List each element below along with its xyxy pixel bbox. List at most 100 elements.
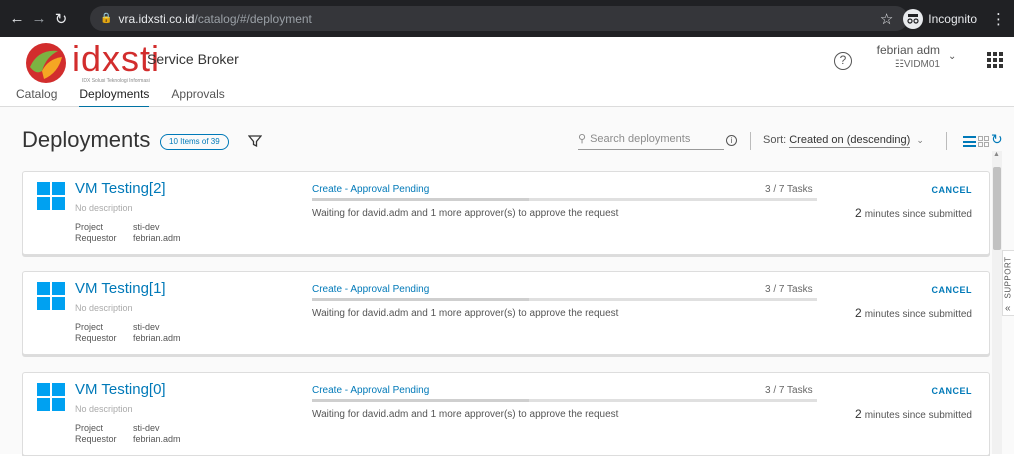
- progress-bar: [312, 399, 817, 402]
- submitted-time: 2 minutes since submitted: [855, 206, 972, 220]
- chevron-down-icon: ⌄: [916, 135, 924, 145]
- requestor-value: febrian.adm: [133, 434, 181, 444]
- filter-icon[interactable]: [248, 134, 262, 148]
- progress-bar: [312, 198, 817, 201]
- back-arrow-icon[interactable]: ←: [6, 10, 28, 27]
- task-count: 3 / 7 Tasks: [765, 284, 813, 295]
- deployment-status[interactable]: Create - Approval Pending: [312, 284, 429, 295]
- divider: [750, 132, 751, 150]
- browser-nav: ← → ↻: [6, 0, 72, 37]
- task-count: 3 / 7 Tasks: [765, 385, 813, 396]
- status-message: Waiting for david.adm and 1 more approve…: [312, 208, 619, 219]
- cancel-button[interactable]: CANCEL: [932, 185, 973, 195]
- browser-menu-icon[interactable]: ⋮: [987, 10, 1006, 28]
- user-tenant: ☷VIDM01: [894, 59, 940, 70]
- time-number: 2: [855, 407, 862, 421]
- deployment-card[interactable]: VM Testing[2] No description Project sti-…: [22, 171, 990, 255]
- project-label: Project: [75, 423, 104, 433]
- requestor-label: Requestor: [75, 434, 117, 444]
- cancel-button[interactable]: CANCEL: [932, 285, 973, 295]
- brand-tagline: IDX Solusi Teknologi Informasi: [82, 78, 150, 84]
- idxsti-logo-icon: [26, 43, 66, 83]
- sort-dropdown[interactable]: Sort: Created on (descending) ⌄: [763, 134, 924, 148]
- sort-label: Sort:: [763, 134, 787, 146]
- progress-fill: [312, 298, 530, 301]
- deployment-status[interactable]: Create - Approval Pending: [312, 385, 429, 396]
- windows-icon: [37, 182, 65, 210]
- scroll-up-arrow-icon[interactable]: ▲: [993, 151, 1000, 158]
- search-placeholder: Search deployments: [590, 133, 691, 145]
- tab-deployments[interactable]: Deployments: [79, 87, 150, 109]
- deployment-card[interactable]: VM Testing[0] No description Project sti-…: [22, 372, 990, 456]
- tab-catalog[interactable]: Catalog: [16, 87, 57, 109]
- requestor-label: Requestor: [75, 333, 117, 343]
- time-number: 2: [855, 306, 862, 320]
- status-message: Waiting for david.adm and 1 more approve…: [312, 409, 619, 420]
- deployment-meta: Project sti-dev Requestor febrian.adm: [75, 423, 181, 445]
- tab-approvals[interactable]: Approvals: [171, 87, 224, 109]
- time-text: minutes since submitted: [864, 209, 972, 220]
- time-text: minutes since submitted: [864, 410, 972, 421]
- divider: [946, 132, 947, 150]
- app-title: Service Broker: [147, 51, 239, 67]
- support-tab[interactable]: SUPPORT «: [1002, 250, 1014, 316]
- task-count: 3 / 7 Tasks: [765, 184, 813, 195]
- windows-icon: [37, 383, 65, 411]
- project-label: Project: [75, 322, 104, 332]
- double-chevron-left-icon: «: [1005, 303, 1011, 314]
- deployment-description: No description: [75, 404, 133, 414]
- submitted-time: 2 minutes since submitted: [855, 306, 972, 320]
- requestor-value: febrian.adm: [133, 233, 181, 243]
- browser-toolbar: ← → ↻ 🔒 vra.idxsti.co.id /catalog/#/depl…: [0, 0, 1014, 37]
- help-icon[interactable]: ?: [834, 52, 852, 70]
- incognito-icon: [903, 8, 924, 29]
- browser-actions: ☆ Incognito ⋮: [880, 0, 1006, 37]
- reload-icon[interactable]: ↻: [50, 10, 72, 28]
- info-icon[interactable]: i: [726, 135, 737, 146]
- deployment-description: No description: [75, 203, 133, 213]
- project-value: sti-dev: [133, 322, 160, 332]
- deployment-status[interactable]: Create - Approval Pending: [312, 184, 429, 195]
- app-launcher-icon[interactable]: [987, 52, 1003, 68]
- user-menu[interactable]: febrian adm ☷VIDM01: [870, 43, 940, 70]
- deployments-page: Deployments 10 Items of 39 ⚲ Search deplo…: [0, 107, 1014, 456]
- scrollbar-thumb[interactable]: [993, 167, 1001, 250]
- app-header: idxsti IDX Solusi Teknologi Informasi Se…: [0, 37, 1014, 109]
- lock-icon: 🔒: [100, 13, 113, 24]
- items-count-badge: 10 Items of 39: [160, 134, 229, 150]
- grid-view-icon[interactable]: [978, 136, 989, 147]
- list-view-icon[interactable]: [963, 136, 976, 147]
- url-path: /catalog/#/deployment: [194, 11, 312, 26]
- deployment-meta: Project sti-dev Requestor febrian.adm: [75, 222, 181, 244]
- time-text: minutes since submitted: [864, 309, 972, 320]
- page-title: Deployments: [22, 127, 151, 152]
- submitted-time: 2 minutes since submitted: [855, 407, 972, 421]
- tenant-icon: ☷: [894, 59, 904, 70]
- deployment-name[interactable]: VM Testing[0]: [75, 381, 166, 398]
- status-message: Waiting for david.adm and 1 more approve…: [312, 308, 619, 319]
- user-name: febrian adm: [876, 43, 940, 57]
- deployment-card[interactable]: VM Testing[1] No description Project sti-…: [22, 271, 990, 355]
- project-label: Project: [75, 222, 104, 232]
- bookmark-star-icon[interactable]: ☆: [880, 10, 893, 28]
- project-value: sti-dev: [133, 222, 160, 232]
- search-icon: ⚲: [578, 133, 587, 145]
- search-input[interactable]: ⚲ Search deployments: [578, 132, 724, 150]
- requestor-value: febrian.adm: [133, 333, 181, 343]
- support-label: SUPPORT: [1003, 256, 1013, 299]
- incognito-label: Incognito: [928, 11, 977, 26]
- requestor-label: Requestor: [75, 233, 117, 243]
- refresh-icon[interactable]: ↻: [991, 131, 1003, 148]
- deployment-name[interactable]: VM Testing[2]: [75, 180, 166, 197]
- progress-bar: [312, 298, 817, 301]
- deployment-meta: Project sti-dev Requestor febrian.adm: [75, 322, 181, 344]
- progress-fill: [312, 399, 530, 402]
- sort-value: Created on (descending): [789, 134, 911, 148]
- project-value: sti-dev: [133, 423, 160, 433]
- address-bar[interactable]: 🔒 vra.idxsti.co.id /catalog/#/deployment: [90, 6, 908, 31]
- forward-arrow-icon[interactable]: →: [28, 10, 50, 27]
- cancel-button[interactable]: CANCEL: [932, 386, 973, 396]
- deployment-name[interactable]: VM Testing[1]: [75, 280, 166, 297]
- incognito-indicator[interactable]: Incognito: [903, 8, 977, 29]
- chevron-down-icon[interactable]: ⌄: [948, 51, 956, 62]
